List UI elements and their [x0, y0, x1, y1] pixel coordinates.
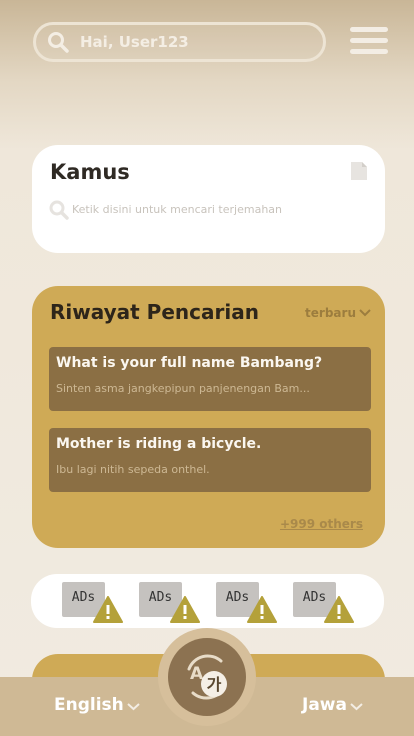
- warning-icon: [170, 596, 200, 623]
- kamus-title: Kamus: [50, 160, 130, 184]
- source-language-label: English: [54, 695, 124, 715]
- target-language-label: Jawa: [302, 695, 347, 715]
- history-item[interactable]: What is your full name Bambang? Sinten a…: [49, 347, 371, 411]
- more-history-link[interactable]: +999 others: [280, 517, 363, 531]
- chevron-down-icon: [350, 703, 363, 711]
- kamus-search-input[interactable]: Ketik disini untuk mencari terjemahan: [72, 203, 282, 216]
- history-title: Riwayat Pencarian: [50, 300, 259, 324]
- history-item-translation: Sinten asma jangkepipun panjenengan Bam.…: [56, 382, 310, 395]
- target-language-select[interactable]: Jawa: [302, 695, 363, 715]
- ads-bar: ADs ADs ADs ADs: [31, 574, 384, 628]
- sort-label: terbaru: [305, 306, 356, 320]
- history-item-source: What is your full name Bambang?: [56, 355, 323, 371]
- kamus-card: Kamus Ketik disini untuk mencari terjema…: [32, 145, 385, 253]
- history-card: Riwayat Pencarian terbaru What is your f…: [32, 286, 385, 548]
- warning-icon: [324, 596, 354, 623]
- search-icon: [48, 32, 69, 53]
- history-item-translation: Ibu lagi nitih sepeda onthel.: [56, 463, 210, 476]
- ad-slot[interactable]: ADs: [62, 582, 123, 626]
- chevron-down-icon: [127, 703, 140, 711]
- search-icon: [49, 200, 69, 220]
- warning-icon: [93, 596, 123, 623]
- history-item[interactable]: Mother is riding a bicycle. Ibu lagi nit…: [49, 428, 371, 492]
- history-item-source: Mother is riding a bicycle.: [56, 436, 262, 452]
- top-search-bar[interactable]: Hai, User123: [33, 22, 326, 62]
- top-search-placeholder: Hai, User123: [80, 33, 189, 51]
- sort-dropdown[interactable]: terbaru: [305, 306, 371, 320]
- hamburger-menu-icon[interactable]: [350, 27, 388, 55]
- ad-slot[interactable]: ADs: [216, 582, 277, 626]
- translate-swap-icon: A 가: [187, 654, 227, 700]
- document-icon[interactable]: [350, 161, 368, 181]
- chevron-down-icon: [359, 309, 371, 317]
- warning-icon: [247, 596, 277, 623]
- ad-slot[interactable]: ADs: [293, 582, 354, 626]
- swap-glyph: 가: [207, 675, 222, 694]
- ad-slot[interactable]: ADs: [139, 582, 200, 626]
- swap-language-button[interactable]: A 가: [168, 638, 246, 716]
- source-language-select[interactable]: English: [54, 695, 140, 715]
